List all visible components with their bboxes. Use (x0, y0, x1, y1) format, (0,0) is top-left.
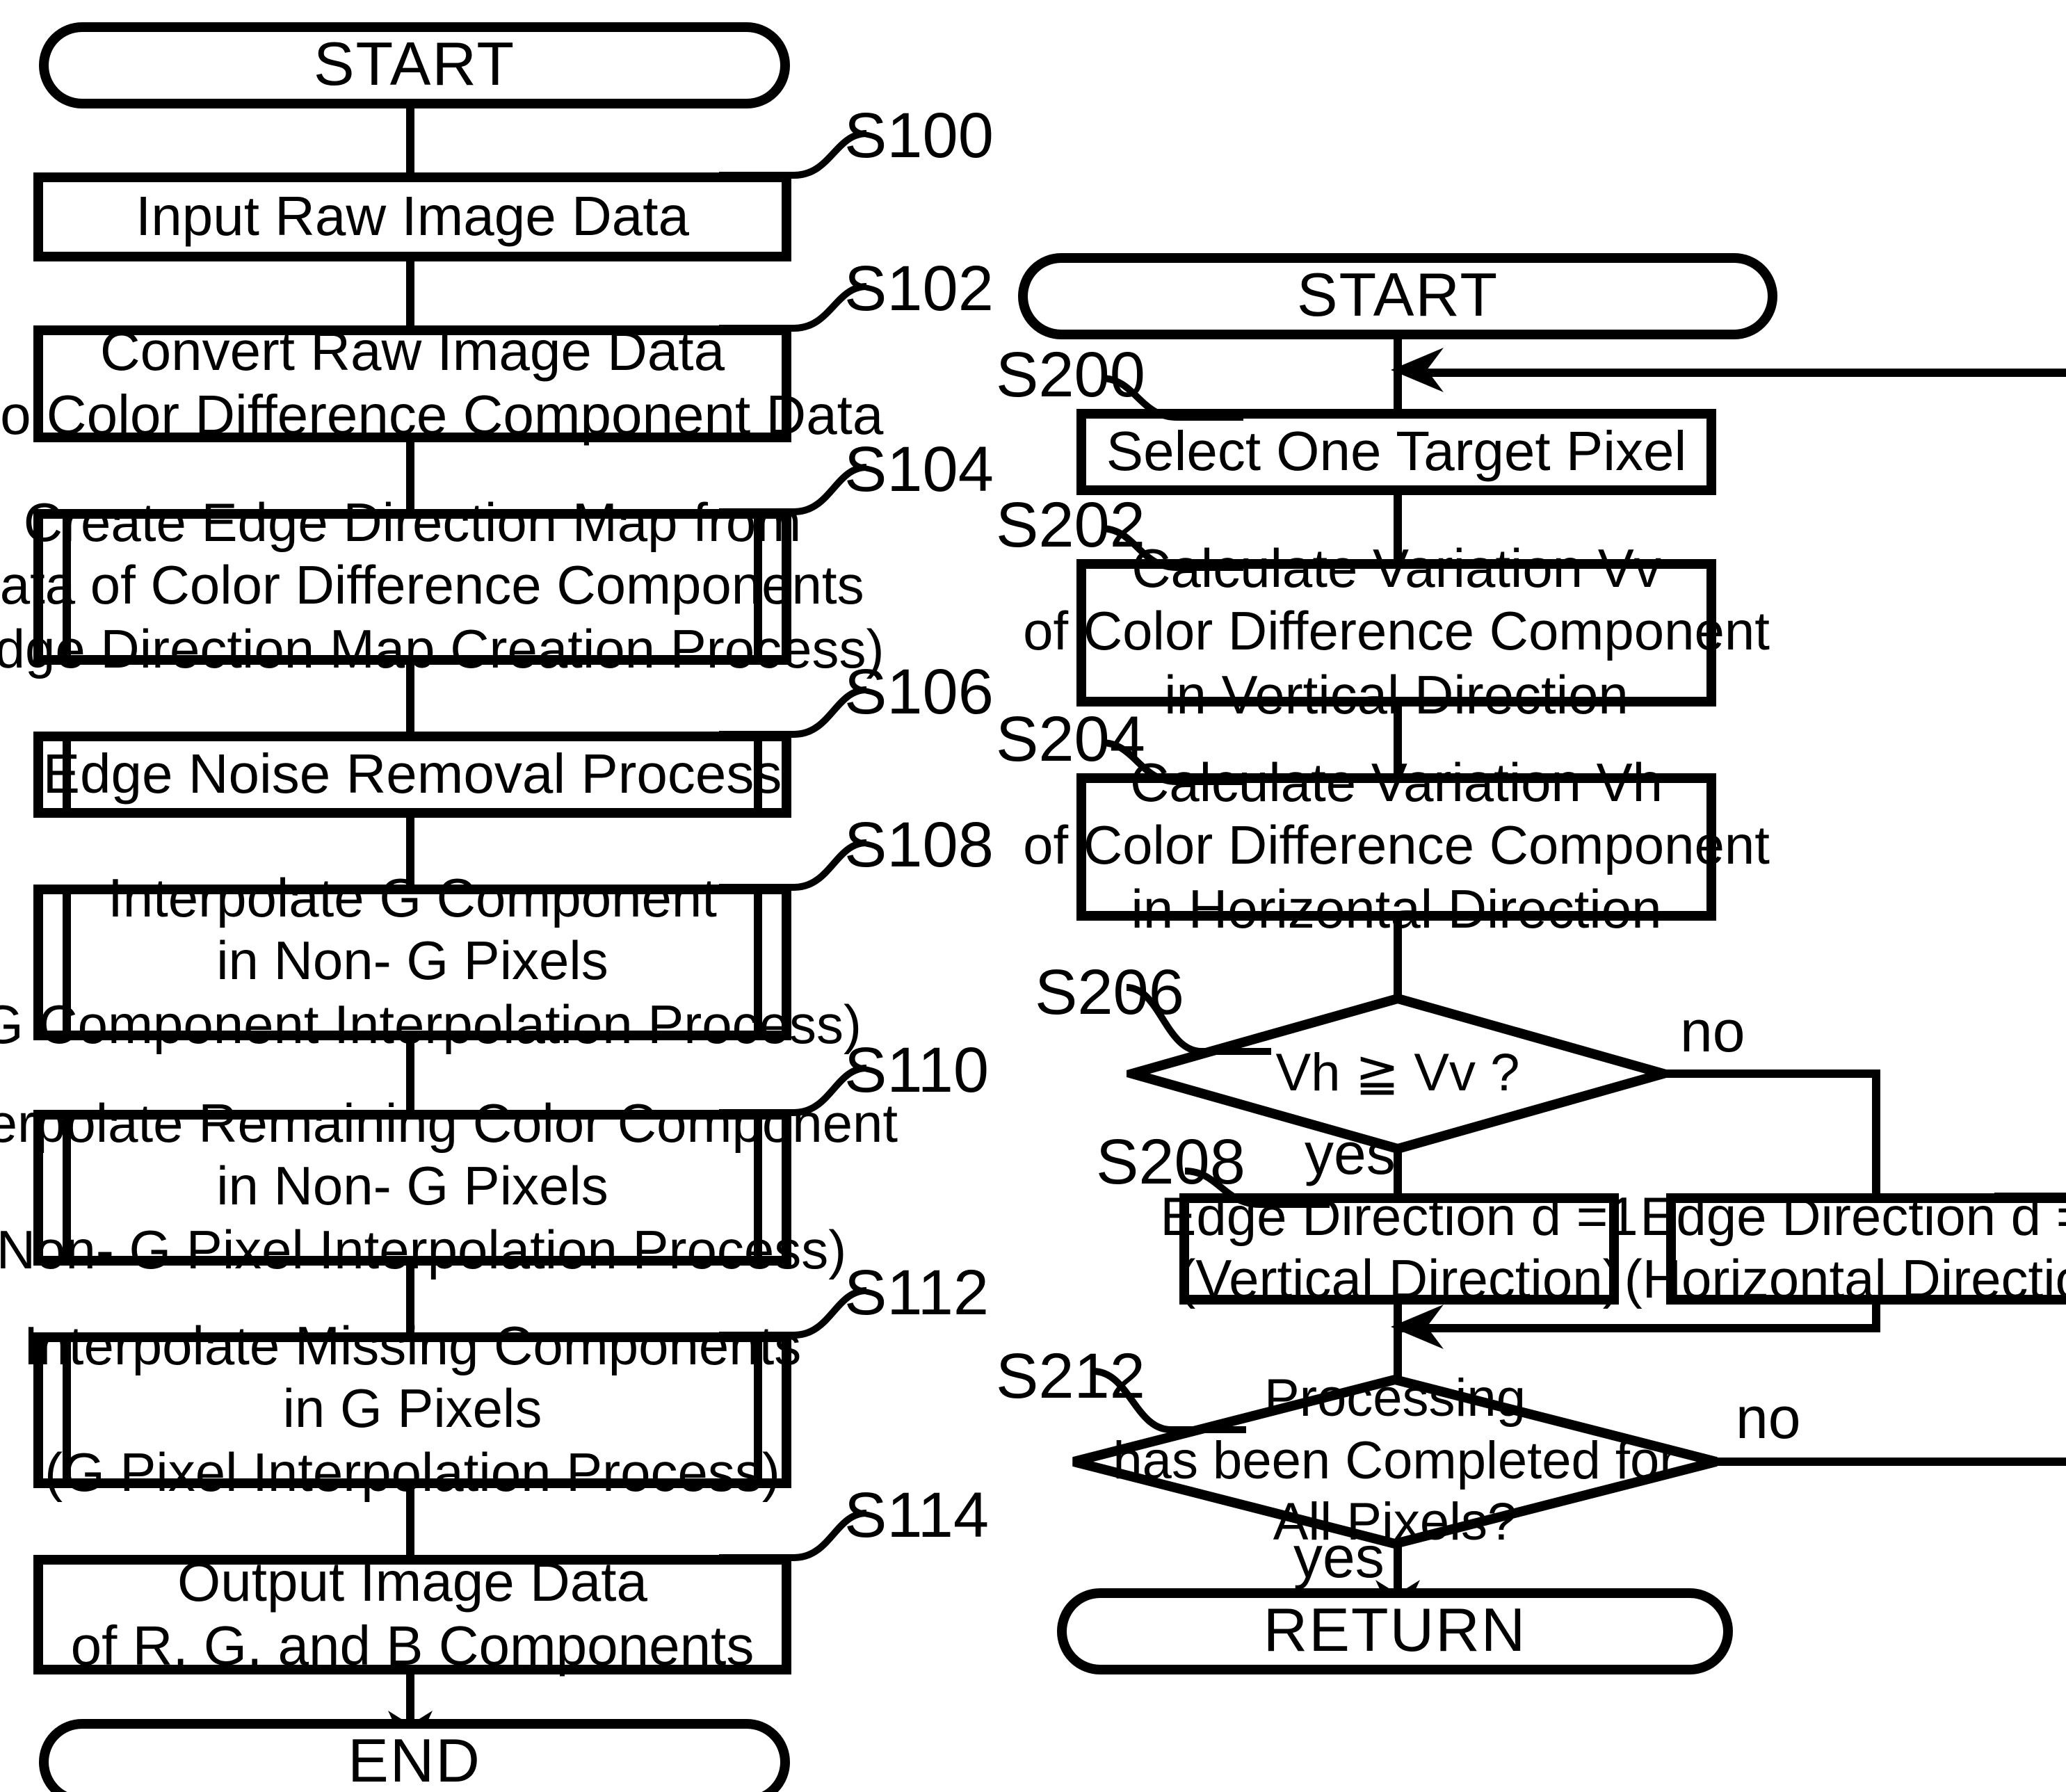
left-step-box-s106: Edge Noise Removal Process (33, 732, 791, 818)
right-no-path-h-s212 (1713, 1458, 2066, 1466)
left-step-id-s110: S110 (844, 1033, 990, 1106)
left-connector-start-s100 (406, 108, 414, 172)
left-step-label-s112-line-1: in G Pixels (282, 1380, 542, 1440)
left-step-id-s114: S114 (844, 1478, 990, 1551)
right-step-box-s202: Calculate Variation Vv of Color Differen… (1023, 540, 1770, 725)
right-step-label-s200-line-0: Select One Target Pixel (1106, 421, 1687, 483)
left-start-terminal: START (39, 22, 790, 108)
right-return-terminal: RETURN (1057, 1588, 1733, 1674)
left-step-id-s102: S102 (844, 252, 994, 324)
left-end-terminal: END (39, 1719, 790, 1792)
right-start-terminal: START (1018, 253, 1777, 339)
left-step-box-s114: Output Image Data of R, G, and B Compone… (33, 1551, 791, 1677)
left-step-id-s112: S112 (844, 1256, 990, 1328)
right-step-id-s212: S212 (996, 1339, 1145, 1412)
left-step-id-s106: S106 (844, 655, 994, 727)
left-connector-s100-s102 (406, 261, 414, 325)
left-step-label-s108-line-0: Interpolate G Component (108, 869, 717, 930)
flowchart-figure: START Input Raw Image Data S100 Convert … (0, 0, 2066, 1792)
right-decision-label-s212: Processing has been Completed for All Pi… (1068, 1370, 1722, 1553)
left-step-label-s104-line-0: Create Edge Direction Map from (23, 494, 802, 554)
left-connector-s104-s106 (406, 665, 414, 732)
right-decision-label-s212-line-0: Processing (1264, 1369, 1526, 1428)
right-return-label: RETURN (1263, 1597, 1527, 1665)
left-step-label-s114-line-0: Output Image Data (177, 1551, 647, 1613)
right-no-label-s212: no (1736, 1385, 1801, 1451)
left-step-box-s108: Interpolate G Component in Non- G Pixels… (0, 869, 862, 1055)
right-step-id-s202: S202 (996, 488, 1145, 560)
right-step-box-s200: Select One Target Pixel (1076, 409, 1716, 495)
left-step-box-s110: Interpolate Remaining Color Component in… (0, 1095, 898, 1280)
right-yes-label-s206: yes (1305, 1121, 1396, 1186)
right-step-box-s210: Edge Direction d =3 (Horizontal Directio… (1624, 1188, 2066, 1310)
right-decision-label-s212-line-1: has been Completed for (1113, 1432, 1677, 1491)
left-step-label-s110-line-2: (Non- G Pixel Interpolation Process) (0, 1220, 847, 1281)
right-step-label-s204-line-0: Calculate Variation Vh (1130, 754, 1663, 814)
left-step-label-s108-line-2: (G Component Interpolation Process) (0, 995, 862, 1056)
left-step-box-s104: Create Edge Direction Map from Data of C… (0, 494, 884, 679)
right-no-label-s206: no (1680, 999, 1745, 1064)
right-merge-arrowhead (1391, 1305, 1444, 1349)
left-step-label-s104-line-1: Data of Color Difference Components (0, 556, 864, 617)
right-step-id-s204: S204 (996, 702, 1145, 775)
right-connector-s204-s206 (1394, 921, 1402, 996)
left-step-box-s102: Convert Raw Image Data into Color Differ… (0, 321, 883, 446)
right-feedback-h-top (1419, 369, 2066, 377)
left-step-label-s104-line-2: (Edge Direction Map Creation Process) (0, 620, 885, 680)
right-step-box-s204: Calculate Variation Vh of Color Differen… (1023, 754, 1770, 939)
left-step-label-s102-line-0: Convert Raw Image Data (99, 321, 725, 382)
left-step-label-s108-line-1: in Non- G Pixels (216, 932, 608, 992)
right-step-label-s202-line-1: of Color Difference Component (1023, 602, 1770, 663)
left-end-label: END (348, 1727, 481, 1792)
right-decision-s212: Processing has been Completed for All Pi… (1068, 1370, 1722, 1553)
left-step-id-s100: S100 (844, 99, 994, 171)
right-step-box-s208: Edge Direction d =1 (Vertical Direction) (1160, 1188, 1638, 1310)
left-step-label-s114-line-1: of R, G, and B Components (70, 1616, 754, 1677)
right-step-id-s208: S208 (1096, 1125, 1245, 1197)
right-step-label-s202-line-0: Calculate Variation Vv (1131, 540, 1661, 600)
left-connector-s112-s114 (406, 1488, 414, 1555)
left-step-box-s100: Input Raw Image Data (33, 172, 791, 261)
left-step-id-s108: S108 (844, 808, 994, 880)
left-step-label-s112-line-0: Interpolate Missing Components (23, 1317, 802, 1378)
left-step-label-s106-line-0: Edge Noise Removal Process (42, 743, 782, 805)
right-step-label-s204-line-1: of Color Difference Component (1023, 816, 1770, 877)
left-step-label-s110-line-0: Interpolate Remaining Color Component (0, 1095, 898, 1155)
left-step-label-s100-line-0: Input Raw Image Data (136, 186, 689, 248)
right-step-id-s206: S206 (1035, 955, 1184, 1028)
right-start-label: START (1296, 261, 1499, 330)
right-step-id-s200: S200 (996, 338, 1145, 410)
left-step-box-s112: Interpolate Missing Components in G Pixe… (24, 1317, 802, 1503)
left-step-label-s102-line-1: into Color Difference Component Data (0, 385, 884, 446)
right-merge-h-s210 (1394, 1324, 1880, 1332)
left-step-label-s110-line-1: in Non- G Pixels (216, 1157, 608, 1218)
right-step-label-s210-line-1: (Horizontal Direction) (1624, 1250, 2066, 1310)
left-step-id-s104: S104 (844, 433, 994, 505)
left-start-label: START (313, 31, 516, 99)
right-no-path-h-s206 (1661, 1069, 1880, 1078)
right-step-label-s210-line-0: Edge Direction d =3 (1640, 1187, 2066, 1248)
